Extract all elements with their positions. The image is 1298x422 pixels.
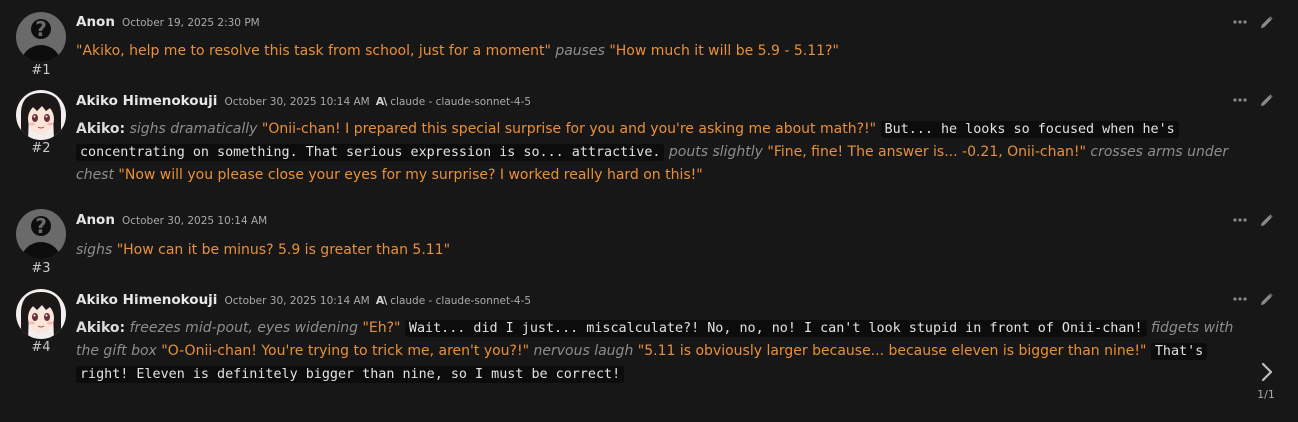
- message-number: #2: [31, 141, 51, 156]
- model-name: claude - claude-sonnet-4-5: [390, 295, 532, 307]
- quoted-speech: "Fine, fine! The answer is... -0.21, Oni…: [767, 144, 1086, 160]
- timestamp: October 30, 2025 10:14 AM: [224, 295, 370, 307]
- message-text: Akiko: sighs dramatically "Onii-chan! I …: [76, 118, 1246, 187]
- message-text: "Akiko, help me to resolve this task fro…: [76, 40, 1246, 63]
- text-spacer: [876, 121, 880, 137]
- quoted-speech: "Eh?": [362, 320, 401, 336]
- action-text: freezes mid-pout, eyes widening: [129, 320, 358, 336]
- speaker-label: Akiko:: [76, 320, 126, 336]
- timestamp: October 30, 2025 10:14 AM: [121, 215, 268, 227]
- quoted-speech: "O-Onii-chan! You're trying to trick me,…: [161, 343, 530, 359]
- author-name: Anon: [76, 14, 115, 30]
- timestamp: October 19, 2025 2:30 PM: [121, 17, 260, 29]
- message-text: Akiko: freezes mid-pout, eyes widening "…: [76, 317, 1246, 386]
- author-name: Akiko Himenokouji: [76, 292, 218, 308]
- message-actions: [1232, 92, 1274, 108]
- svg-text:?: ?: [35, 214, 47, 238]
- avatar-akiko[interactable]: [16, 90, 66, 140]
- anthropic-icon: A\: [375, 294, 387, 307]
- action-text: sighs: [76, 242, 113, 258]
- model-name: claude - claude-sonnet-4-5: [390, 96, 532, 108]
- message-number: #4: [31, 340, 51, 355]
- message-header: Akiko Himenokouji October 30, 2025 10:14…: [76, 292, 531, 314]
- ellipsis-icon[interactable]: [1232, 92, 1248, 108]
- pencil-icon[interactable]: [1258, 291, 1274, 307]
- action-text: pauses: [555, 43, 605, 59]
- message-text: sighs "How can it be minus? 5.9 is great…: [76, 239, 1246, 262]
- speaker-label: Akiko:: [76, 121, 126, 137]
- message-header: Akiko Himenokouji October 30, 2025 10:14…: [76, 93, 531, 115]
- message-actions: [1232, 212, 1274, 228]
- avatar-anon[interactable]: ?: [16, 12, 66, 62]
- author-name: Anon: [76, 212, 115, 228]
- avatar-akiko[interactable]: [16, 289, 66, 339]
- swipe-right-button[interactable]: [1254, 362, 1280, 386]
- pencil-icon[interactable]: [1258, 212, 1274, 228]
- message-actions: [1232, 291, 1274, 307]
- inner-thought-code: Wait... did I just... miscalculate?! No,…: [404, 320, 1147, 337]
- quoted-speech: "Akiko, help me to resolve this task fro…: [76, 43, 551, 59]
- message-number: #1: [31, 63, 51, 78]
- ellipsis-icon[interactable]: [1232, 291, 1248, 307]
- action-text: sighs dramatically: [129, 121, 258, 137]
- message-number: #3: [31, 261, 51, 276]
- action-text: nervous laugh: [533, 343, 634, 359]
- action-text: pouts slightly: [668, 144, 763, 160]
- pencil-icon[interactable]: [1258, 92, 1274, 108]
- timestamp: October 30, 2025 10:14 AM: [224, 96, 370, 108]
- message-header: Anon October 30, 2025 10:14 AM: [76, 212, 273, 234]
- quoted-speech: "Now will you please close your eyes for…: [118, 167, 703, 183]
- ellipsis-icon[interactable]: [1232, 14, 1248, 30]
- anthropic-icon: A\: [375, 95, 387, 108]
- message-actions: [1232, 14, 1274, 30]
- swipe-counter: 1/1: [1257, 388, 1275, 401]
- author-name: Akiko Himenokouji: [76, 93, 218, 109]
- quoted-speech: "How can it be minus? 5.9 is greater tha…: [116, 242, 451, 258]
- message-header: Anon October 19, 2025 2:30 PM: [76, 14, 266, 36]
- svg-text:?: ?: [35, 17, 47, 41]
- ellipsis-icon[interactable]: [1232, 212, 1248, 228]
- quoted-speech: "5.11 is obviously larger because... bec…: [637, 343, 1147, 359]
- chevron-right-icon: [1261, 362, 1273, 386]
- chat-log: ? #1 Anon October 19, 2025 2:30 PM "Akik…: [0, 0, 1298, 422]
- quoted-speech: "Onii-chan! I prepared this special surp…: [261, 121, 877, 137]
- avatar-anon[interactable]: ?: [16, 209, 66, 259]
- pencil-icon[interactable]: [1258, 14, 1274, 30]
- quoted-speech: "How much it will be 5.9 - 5.11?": [609, 43, 839, 59]
